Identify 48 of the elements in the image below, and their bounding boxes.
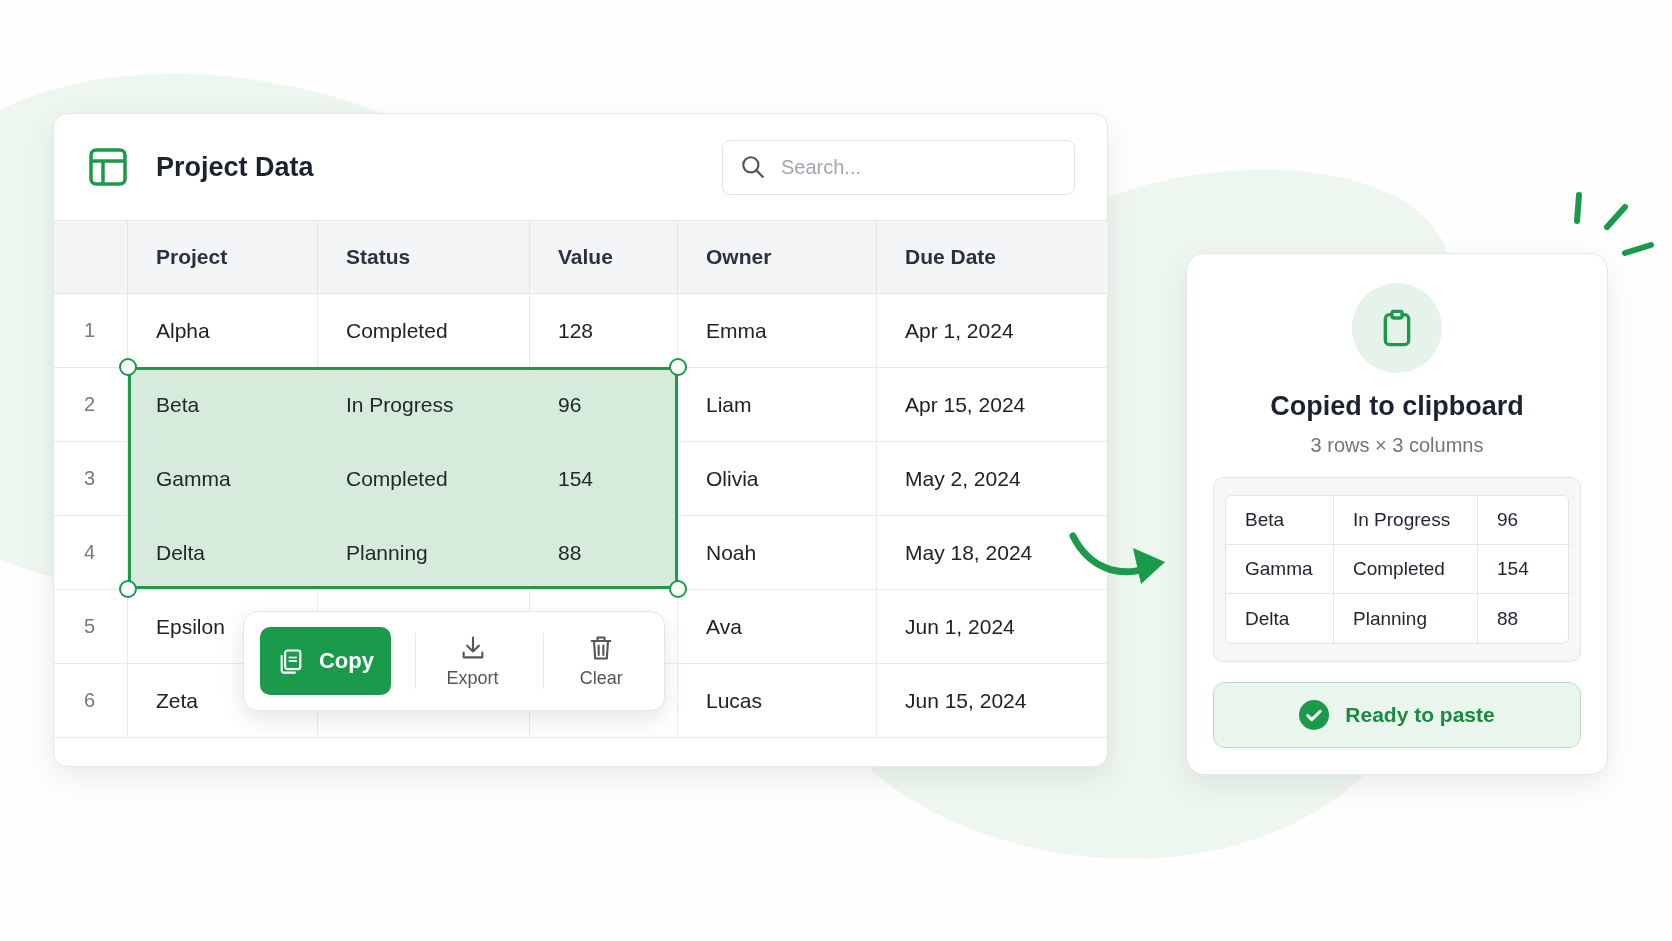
table-icon	[88, 147, 128, 187]
table-cell: Jun 1, 2024	[877, 590, 1109, 664]
search-field[interactable]: Search...	[722, 139, 1075, 195]
table-cell: Planning	[1334, 594, 1478, 643]
table-cell: Gamma	[1226, 545, 1334, 594]
table-cell: Planning	[318, 516, 530, 590]
row-number: 6	[54, 664, 128, 738]
panel-subtitle: 3 rows × 3 columns	[1310, 434, 1484, 457]
table-cell: Gamma	[128, 442, 318, 516]
check-icon	[1299, 700, 1330, 730]
table-cell: In Progress	[318, 368, 530, 442]
table-cell: 96	[530, 368, 678, 442]
clear-button[interactable]: Clear	[554, 632, 648, 690]
search-icon	[740, 153, 766, 180]
table-cell-text: 88	[1496, 606, 1520, 631]
table-cell: Apr 15, 2024	[877, 368, 1109, 442]
table-cell: 154	[530, 442, 678, 516]
table-cell: 88	[530, 516, 678, 590]
table-cell: In Progress	[1334, 496, 1478, 545]
resize-handle[interactable]	[119, 580, 137, 598]
column-header[interactable]: Status	[318, 221, 530, 294]
table-cell: Delta	[128, 516, 318, 590]
table-cell: 96	[1478, 496, 1572, 545]
table-cell: Lucas	[678, 664, 877, 738]
table-cell: May 18, 2024	[877, 516, 1109, 590]
table-cell: Delta	[1226, 594, 1334, 643]
column-header[interactable]: Value	[530, 221, 678, 294]
panel-title: Copied to clipboard	[1270, 391, 1524, 422]
resize-handle[interactable]	[119, 358, 137, 376]
selection-frame[interactable]	[128, 367, 678, 589]
panel-title: Project Data	[156, 151, 315, 183]
column-header[interactable]: Project	[128, 221, 318, 294]
table-cell: Apr 1, 2024	[877, 294, 1109, 368]
table-cell: Completed	[318, 442, 530, 516]
table-cell: Beta	[128, 368, 318, 442]
copy-button[interactable]: Copy	[260, 627, 391, 695]
resize-handle[interactable]	[669, 358, 687, 376]
column-header[interactable]: Owner	[678, 221, 877, 294]
table-cell: May 2, 2024	[877, 442, 1109, 516]
table-cell: Olivia	[678, 442, 877, 516]
table-cell: Jun 15, 2024	[877, 664, 1109, 738]
column-header[interactable]: Due Date	[877, 221, 1109, 294]
table-cell: Beta	[1226, 496, 1334, 545]
resize-handle[interactable]	[669, 580, 687, 598]
status-text: Ready to paste	[1345, 703, 1495, 727]
table-cell: 154	[1478, 545, 1572, 594]
table-cell: Completed	[1334, 545, 1478, 594]
export-button[interactable]: Export	[425, 632, 520, 690]
